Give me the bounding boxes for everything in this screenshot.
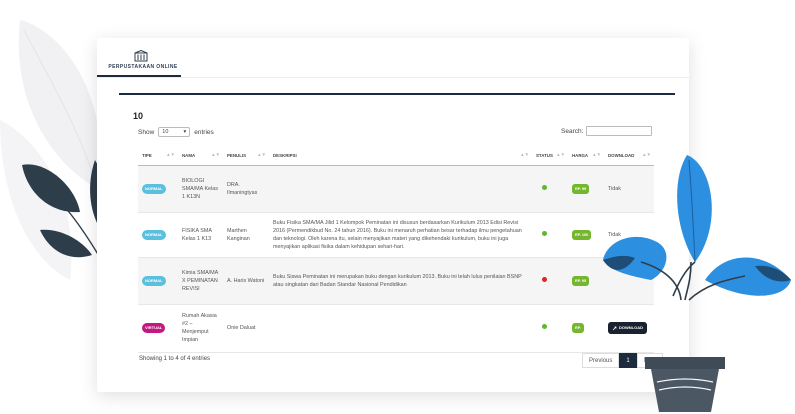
type-badge: NORMAL <box>142 275 166 286</box>
header-deskripsi[interactable]: DESKRIPSI ▲▼ <box>269 147 532 166</box>
type-badge: NORMAL <box>142 183 166 194</box>
header-tipe[interactable]: TIPE ▲▼ <box>138 147 178 166</box>
sort-icon: ▲▼ <box>166 152 175 157</box>
header-status[interactable]: STATUS ▲▼ <box>532 147 568 166</box>
show-label: Show <box>138 128 155 136</box>
table-row: NORMAL BIOLOGI SMA/MA Kelas 1 K13N DRA. … <box>138 165 654 213</box>
tab-label: PERPUSTAKAAN ONLINE <box>108 64 178 70</box>
search-control: Search: <box>561 126 653 136</box>
price-badge: RP. 95 <box>572 275 590 286</box>
length-control: Show 10 ▾ entries <box>138 127 214 137</box>
table-header-row: TIPE ▲▼ NAMA ▲▼ PENULIS ▲▼ DESKRIPSI ▲▼ STAT… <box>138 147 654 166</box>
status-dot <box>542 276 547 282</box>
entries-length-select[interactable]: 10 ▾ <box>158 127 191 137</box>
library-icon <box>134 50 148 62</box>
status-dot <box>542 230 547 236</box>
sort-icon: ▲▼ <box>556 152 565 157</box>
sort-icon: ▲▼ <box>257 152 266 157</box>
books-panel: 10 Show 10 ▾ entries Search: TIPE ▲▼ NAMA… <box>119 93 675 383</box>
entries-label: entries <box>194 128 214 136</box>
header-nama[interactable]: NAMA ▲▼ <box>178 147 223 166</box>
potted-plant-illustration <box>603 155 791 412</box>
sort-icon: ▲▼ <box>520 152 529 157</box>
book-name: Kimia SMA/MA X PEMINATAN REVISI <box>178 257 223 305</box>
tab-active-indicator <box>97 75 181 77</box>
tab-bar: PERPUSTAKAAN ONLINE <box>97 38 689 78</box>
book-name: FISIKA SMA Kelas 1 K13 <box>178 212 223 258</box>
table-row: VIRTUAL Rumah Akasia #2 – Menjemput Impi… <box>138 304 654 353</box>
book-description <box>269 165 532 213</box>
tab-perpustakaan-online[interactable]: PERPUSTAKAAN ONLINE <box>103 48 183 78</box>
price-badge: RP. 99 <box>572 183 590 194</box>
price-badge: RP. <box>572 323 584 333</box>
book-name: Rumah Akasia #2 – Menjemput Impian <box>178 304 223 353</box>
caret-down-icon: ▾ <box>183 129 187 135</box>
book-name: BIOLOGI SMA/MA Kelas 1 K13N <box>178 165 223 213</box>
header-penulis[interactable]: PENULIS ▲▼ <box>223 147 269 166</box>
panel-title: 10 <box>133 111 144 121</box>
books-table: TIPE ▲▼ NAMA ▲▼ PENULIS ▲▼ DESKRIPSI ▲▼ STAT… <box>138 147 654 353</box>
status-dot <box>542 324 547 329</box>
search-input[interactable] <box>586 126 653 136</box>
book-description <box>269 304 532 353</box>
dark-leaf-illustration <box>22 160 110 276</box>
book-author: Onie Daluat <box>223 304 269 353</box>
book-author: DRA. Ilmaningtyas <box>223 165 269 213</box>
table-row: NORMAL Kimia SMA/MA X PEMINATAN REVISI A… <box>138 257 654 305</box>
type-badge: VIRTUAL <box>142 323 166 333</box>
book-description: Buku Fisika SMA/MA Jilid 1 Kelompok Pemi… <box>269 212 532 258</box>
sort-icon: ▲▼ <box>211 152 220 157</box>
table-row: NORMAL FISIKA SMA Kelas 1 K13 Marthen Ka… <box>138 212 654 258</box>
type-badge: NORMAL <box>142 229 166 240</box>
book-description: Buku Siswa Peminatan ini merupakan buku … <box>269 257 532 305</box>
status-dot <box>542 184 547 190</box>
book-author: A. Haris Watoni <box>223 257 269 305</box>
price-badge: RP. 100 <box>572 229 592 240</box>
length-value: 10 <box>162 129 169 135</box>
book-author: Marthen Kanginan <box>223 212 269 258</box>
search-label: Search: <box>561 127 584 135</box>
table-info: Showing 1 to 4 of 4 entries <box>139 356 211 362</box>
